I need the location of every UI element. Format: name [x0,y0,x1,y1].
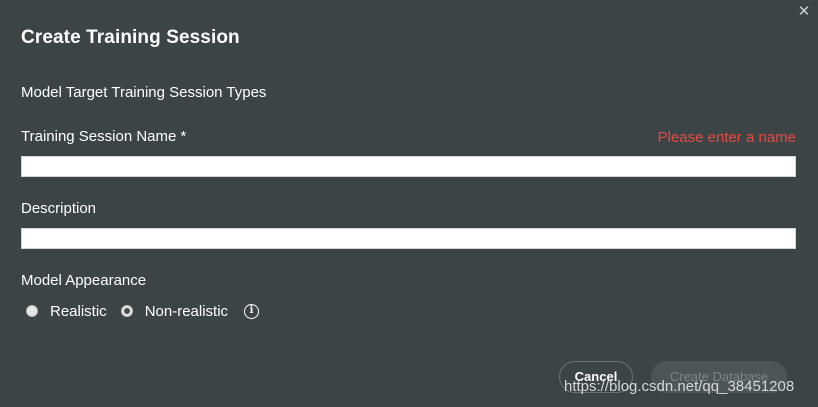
realistic-radio[interactable] [26,305,38,317]
info-icon[interactable]: i [244,303,260,319]
dialog-title: Create Training Session [21,27,240,48]
realistic-radio-label[interactable]: Realistic [50,303,107,320]
session-name-input[interactable] [21,156,796,177]
description-input[interactable] [21,228,796,249]
watermark-text: https://blog.csdn.net/qq_38451208 [564,378,795,395]
description-label: Description [21,200,97,217]
session-types-label: Model Target Training Session Types [21,84,267,101]
create-training-session-dialog: ✕ Create Training Session Model Target T… [0,0,818,407]
session-name-label: Training Session Name * [21,128,187,145]
model-appearance-label: Model Appearance [21,272,147,289]
non-realistic-radio[interactable] [120,305,133,317]
close-icon[interactable]: ✕ [796,4,812,20]
non-realistic-radio-label[interactable]: Non-realistic [145,303,228,320]
appearance-radio-group: Realistic Non-realistic i [26,301,260,321]
name-error-message: Please enter a name [657,129,796,146]
